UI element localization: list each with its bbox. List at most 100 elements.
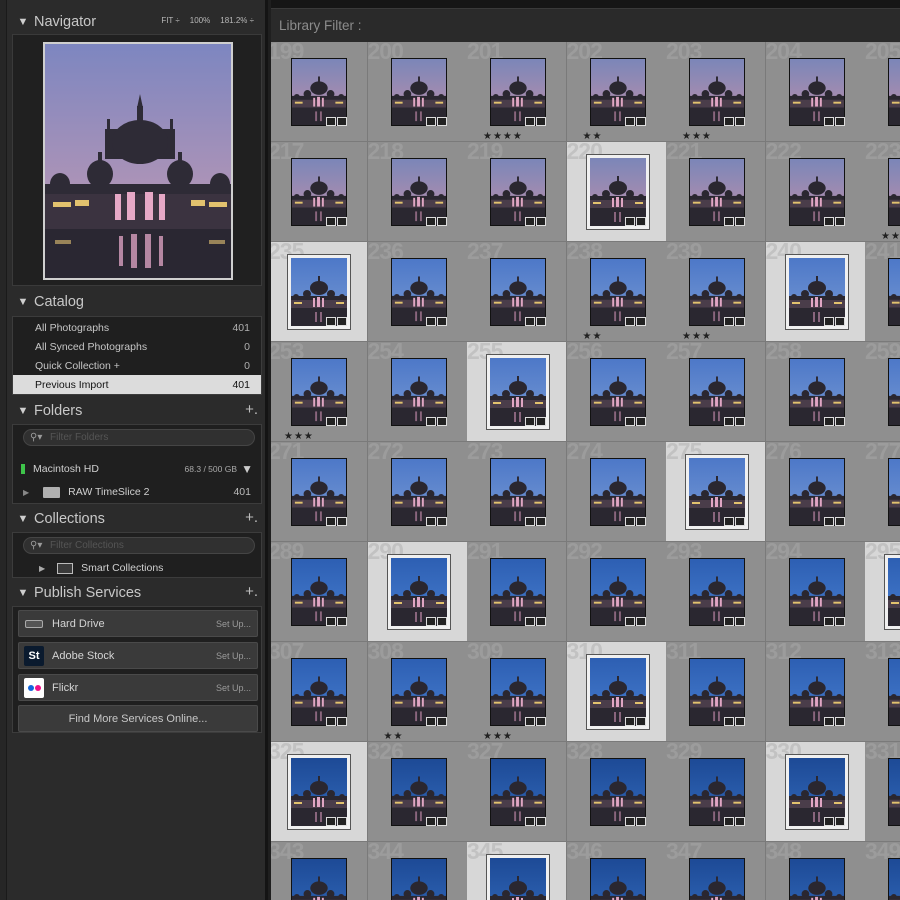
photo-thumbnail[interactable] [884, 554, 900, 630]
crop-badge-icon[interactable] [525, 617, 535, 626]
crop-badge-icon[interactable] [425, 317, 436, 326]
crop-badge-icon[interactable] [624, 817, 635, 826]
develop-badge-icon[interactable] [337, 717, 347, 726]
zoom-custom-option[interactable]: 181.2% ÷ [220, 16, 254, 25]
catalog-item-previous-import[interactable]: Previous Import 401 [13, 375, 261, 394]
add-publish-service-icon[interactable]: +. [245, 583, 258, 600]
photo-thumbnail[interactable] [689, 558, 745, 626]
grid-cell[interactable]: 201 ★★★★ [467, 42, 567, 142]
grid-cell[interactable]: 330 [765, 742, 866, 842]
photo-thumbnail[interactable] [390, 658, 447, 726]
photo-thumbnail[interactable] [291, 658, 347, 726]
develop-badge-icon[interactable] [536, 417, 546, 426]
grid-cell[interactable]: 241 [865, 242, 900, 342]
grid-cell[interactable]: 221 [666, 142, 766, 242]
photo-thumbnail[interactable] [788, 158, 845, 226]
add-collection-icon[interactable]: +. [245, 509, 258, 526]
grid-cell[interactable]: 256 [566, 342, 667, 442]
photo-thumbnail[interactable] [291, 158, 347, 226]
photo-thumbnail[interactable] [390, 258, 447, 326]
grid-cell[interactable]: 254 [367, 342, 468, 442]
crop-badge-icon[interactable] [724, 117, 734, 126]
photo-thumbnail[interactable] [689, 758, 745, 826]
photo-thumbnail[interactable] [291, 358, 347, 426]
photo-thumbnail[interactable] [689, 258, 745, 326]
publish-services-header[interactable]: ▼ Publish Services +. [12, 580, 264, 606]
grid-cell[interactable]: 326 [367, 742, 468, 842]
grid-cell[interactable]: 205 [865, 42, 900, 142]
filter-folders-input[interactable]: ⚲▾ Filter Folders [23, 429, 255, 446]
crop-badge-icon[interactable] [823, 717, 834, 726]
zoom-fit-option[interactable]: FIT ÷ [161, 16, 179, 25]
grid-cell[interactable]: 273 [467, 442, 567, 542]
crop-badge-icon[interactable] [823, 817, 834, 826]
grid-cell[interactable]: 274 [566, 442, 667, 542]
photo-thumbnail[interactable] [589, 58, 646, 126]
develop-badge-icon[interactable] [735, 717, 745, 726]
crop-badge-icon[interactable] [326, 517, 336, 526]
photo-thumbnail[interactable] [390, 358, 447, 426]
photo-thumbnail[interactable] [689, 658, 745, 726]
folders-header[interactable]: ▼ Folders +. [12, 398, 264, 424]
develop-badge-icon[interactable] [635, 617, 646, 626]
crop-badge-icon[interactable] [823, 517, 834, 526]
develop-badge-icon[interactable] [735, 417, 745, 426]
develop-badge-icon[interactable] [635, 317, 646, 326]
develop-badge-icon[interactable] [436, 517, 447, 526]
crop-badge-icon[interactable] [326, 617, 336, 626]
crop-badge-icon[interactable] [425, 517, 436, 526]
crop-badge-icon[interactable] [525, 517, 535, 526]
photo-thumbnail[interactable] [888, 858, 900, 900]
photo-thumbnail[interactable] [390, 858, 447, 900]
crop-badge-icon[interactable] [724, 417, 734, 426]
grid-cell[interactable]: 238 ★★ [566, 242, 667, 342]
photo-thumbnail[interactable] [490, 658, 546, 726]
crop-badge-icon[interactable] [525, 417, 535, 426]
photo-thumbnail[interactable] [888, 358, 900, 426]
crop-badge-icon[interactable] [425, 817, 436, 826]
develop-badge-icon[interactable] [337, 617, 347, 626]
volume-dropdown-icon[interactable]: ▼ [241, 462, 253, 476]
develop-badge-icon[interactable] [436, 317, 447, 326]
photo-thumbnail[interactable] [390, 758, 447, 826]
grid-cell[interactable]: 202 ★★ [566, 42, 667, 142]
photo-thumbnail[interactable] [589, 558, 646, 626]
photo-thumbnail[interactable] [788, 458, 845, 526]
grid-cell[interactable]: 349 [865, 842, 900, 900]
develop-badge-icon[interactable] [436, 817, 447, 826]
grid-cell[interactable]: 204 [765, 42, 866, 142]
crop-badge-icon[interactable] [525, 317, 535, 326]
crop-badge-icon[interactable] [525, 717, 535, 726]
star-rating[interactable]: ★★ [384, 731, 404, 741]
develop-badge-icon[interactable] [635, 217, 646, 226]
develop-badge-icon[interactable] [436, 117, 447, 126]
grid-cell[interactable]: 307 [271, 642, 368, 742]
photo-thumbnail[interactable] [589, 258, 646, 326]
grid-cell[interactable]: 309 ★★★ [467, 642, 567, 742]
photo-thumbnail[interactable] [390, 458, 447, 526]
volume-macintosh-hd[interactable]: Macintosh HD 68.3 / 500 GB ▼ [13, 458, 261, 480]
grid-cell[interactable]: 329 [666, 742, 766, 842]
crop-badge-icon[interactable] [525, 817, 535, 826]
star-rating[interactable]: ★★ [881, 231, 900, 241]
crop-badge-icon[interactable] [425, 617, 436, 626]
publish-service-adobe-stock[interactable]: St Adobe Stock Set Up... [18, 642, 258, 669]
develop-badge-icon[interactable] [834, 217, 845, 226]
crop-badge-icon[interactable] [425, 117, 436, 126]
star-rating[interactable]: ★★★ [682, 331, 712, 341]
crop-badge-icon[interactable] [823, 117, 834, 126]
photo-thumbnail[interactable] [689, 858, 745, 900]
zoom-100-option[interactable]: 100% [190, 16, 210, 25]
catalog-item-all-photographs[interactable]: All Photographs 401 [13, 318, 261, 337]
grid-cell[interactable]: 259 [865, 342, 900, 442]
photo-thumbnail[interactable] [888, 658, 900, 726]
develop-badge-icon[interactable] [436, 617, 447, 626]
develop-badge-icon[interactable] [735, 617, 745, 626]
photo-thumbnail[interactable] [589, 358, 646, 426]
add-folder-icon[interactable]: +. [245, 401, 258, 418]
crop-badge-icon[interactable] [425, 217, 436, 226]
develop-badge-icon[interactable] [635, 517, 646, 526]
photo-thumbnail[interactable] [390, 58, 447, 126]
photo-thumbnail[interactable] [689, 158, 745, 226]
setup-link[interactable]: Set Up... [216, 619, 251, 629]
